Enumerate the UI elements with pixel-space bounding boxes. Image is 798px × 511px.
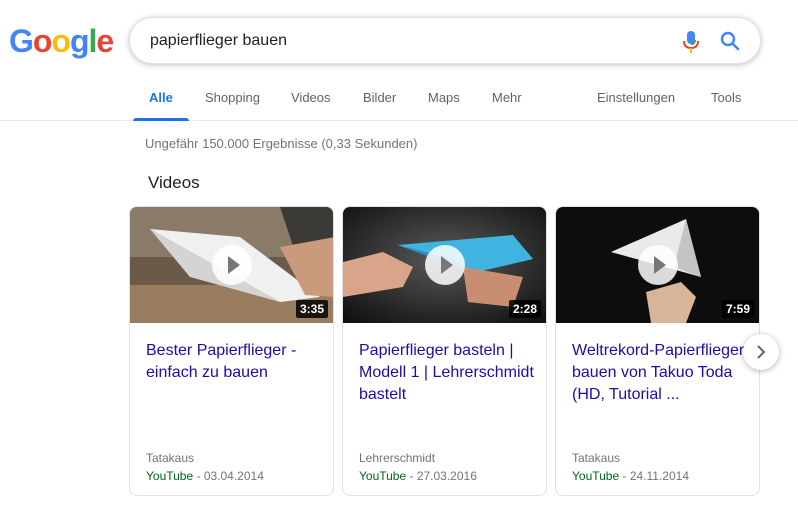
settings-link[interactable]: Einstellungen (597, 90, 675, 106)
video-date: - 27.03.2016 (406, 469, 477, 483)
video-title[interactable]: Papierflieger basteln | Modell 1 | Lehre… (359, 340, 539, 406)
video-source-name: YouTube (572, 469, 620, 483)
video-channel: Lehrerschmidt (359, 451, 436, 465)
logo-letter: G (9, 23, 34, 59)
search-box (129, 17, 761, 64)
video-duration: 3:35 (295, 300, 328, 318)
video-card[interactable]: 2:28 Papierflieger basteln | Modell 1 | … (342, 206, 547, 496)
tab-mehr[interactable]: Mehr (492, 90, 522, 106)
tab-videos[interactable]: Videos (291, 90, 331, 106)
logo-letter: g (69, 23, 90, 59)
video-source: YouTube - 03.04.2014 (146, 468, 264, 484)
tab-alle[interactable]: Alle (149, 90, 173, 106)
video-duration: 2:28 (508, 300, 541, 318)
videos-heading: Videos (148, 173, 200, 192)
video-thumbnail[interactable]: 2:28 (343, 207, 546, 323)
video-source-name: YouTube (359, 469, 407, 483)
carousel-next-button[interactable] (743, 334, 779, 370)
play-icon[interactable] (637, 245, 678, 285)
active-tab-indicator (133, 118, 189, 121)
video-title[interactable]: Bester Papierflieger - einfach zu bauen (146, 340, 326, 384)
video-date: - 24.11.2014 (619, 469, 689, 483)
video-card[interactable]: 3:35 Bester Papierflieger - einfach zu b… (129, 206, 334, 496)
play-icon[interactable] (424, 245, 465, 285)
tab-bilder[interactable]: Bilder (363, 90, 396, 106)
logo-letter: l (88, 23, 98, 59)
google-logo[interactable]: Google (9, 23, 114, 59)
video-thumbnail[interactable]: 7:59 (556, 207, 759, 323)
logo-letter: e (96, 23, 114, 59)
tab-maps[interactable]: Maps (428, 90, 460, 106)
logo-letter: o (32, 23, 53, 59)
search-icon[interactable] (719, 30, 741, 52)
video-source: YouTube - 27.03.2016 (359, 468, 477, 484)
logo-letter: o (51, 23, 71, 59)
tab-shopping[interactable]: Shopping (205, 90, 260, 106)
search-input[interactable] (150, 30, 650, 52)
video-thumbnail[interactable]: 3:35 (130, 207, 333, 323)
video-source-name: YouTube (146, 469, 194, 483)
microphone-icon[interactable] (680, 30, 702, 54)
video-source: YouTube - 24.11.2014 (572, 468, 689, 484)
video-channel: Tatakaus (572, 451, 621, 465)
video-card[interactable]: 7:59 Weltrekord-Papierflieger bauen von … (555, 206, 760, 496)
tools-link[interactable]: Tools (711, 90, 741, 106)
search-tabs: Alle Shopping Videos Bilder Maps Mehr Ei… (0, 64, 798, 121)
play-icon[interactable] (211, 245, 252, 285)
video-duration: 7:59 (721, 300, 754, 318)
video-title[interactable]: Weltrekord-Papierflieger bauen von Takuo… (572, 340, 752, 406)
video-date: - 03.04.2014 (193, 469, 264, 483)
result-stats: Ungefähr 150.000 Ergebnisse (0,33 Sekund… (145, 136, 418, 151)
chevron-right-icon (757, 345, 766, 359)
video-channel: Tatakaus (146, 451, 195, 465)
